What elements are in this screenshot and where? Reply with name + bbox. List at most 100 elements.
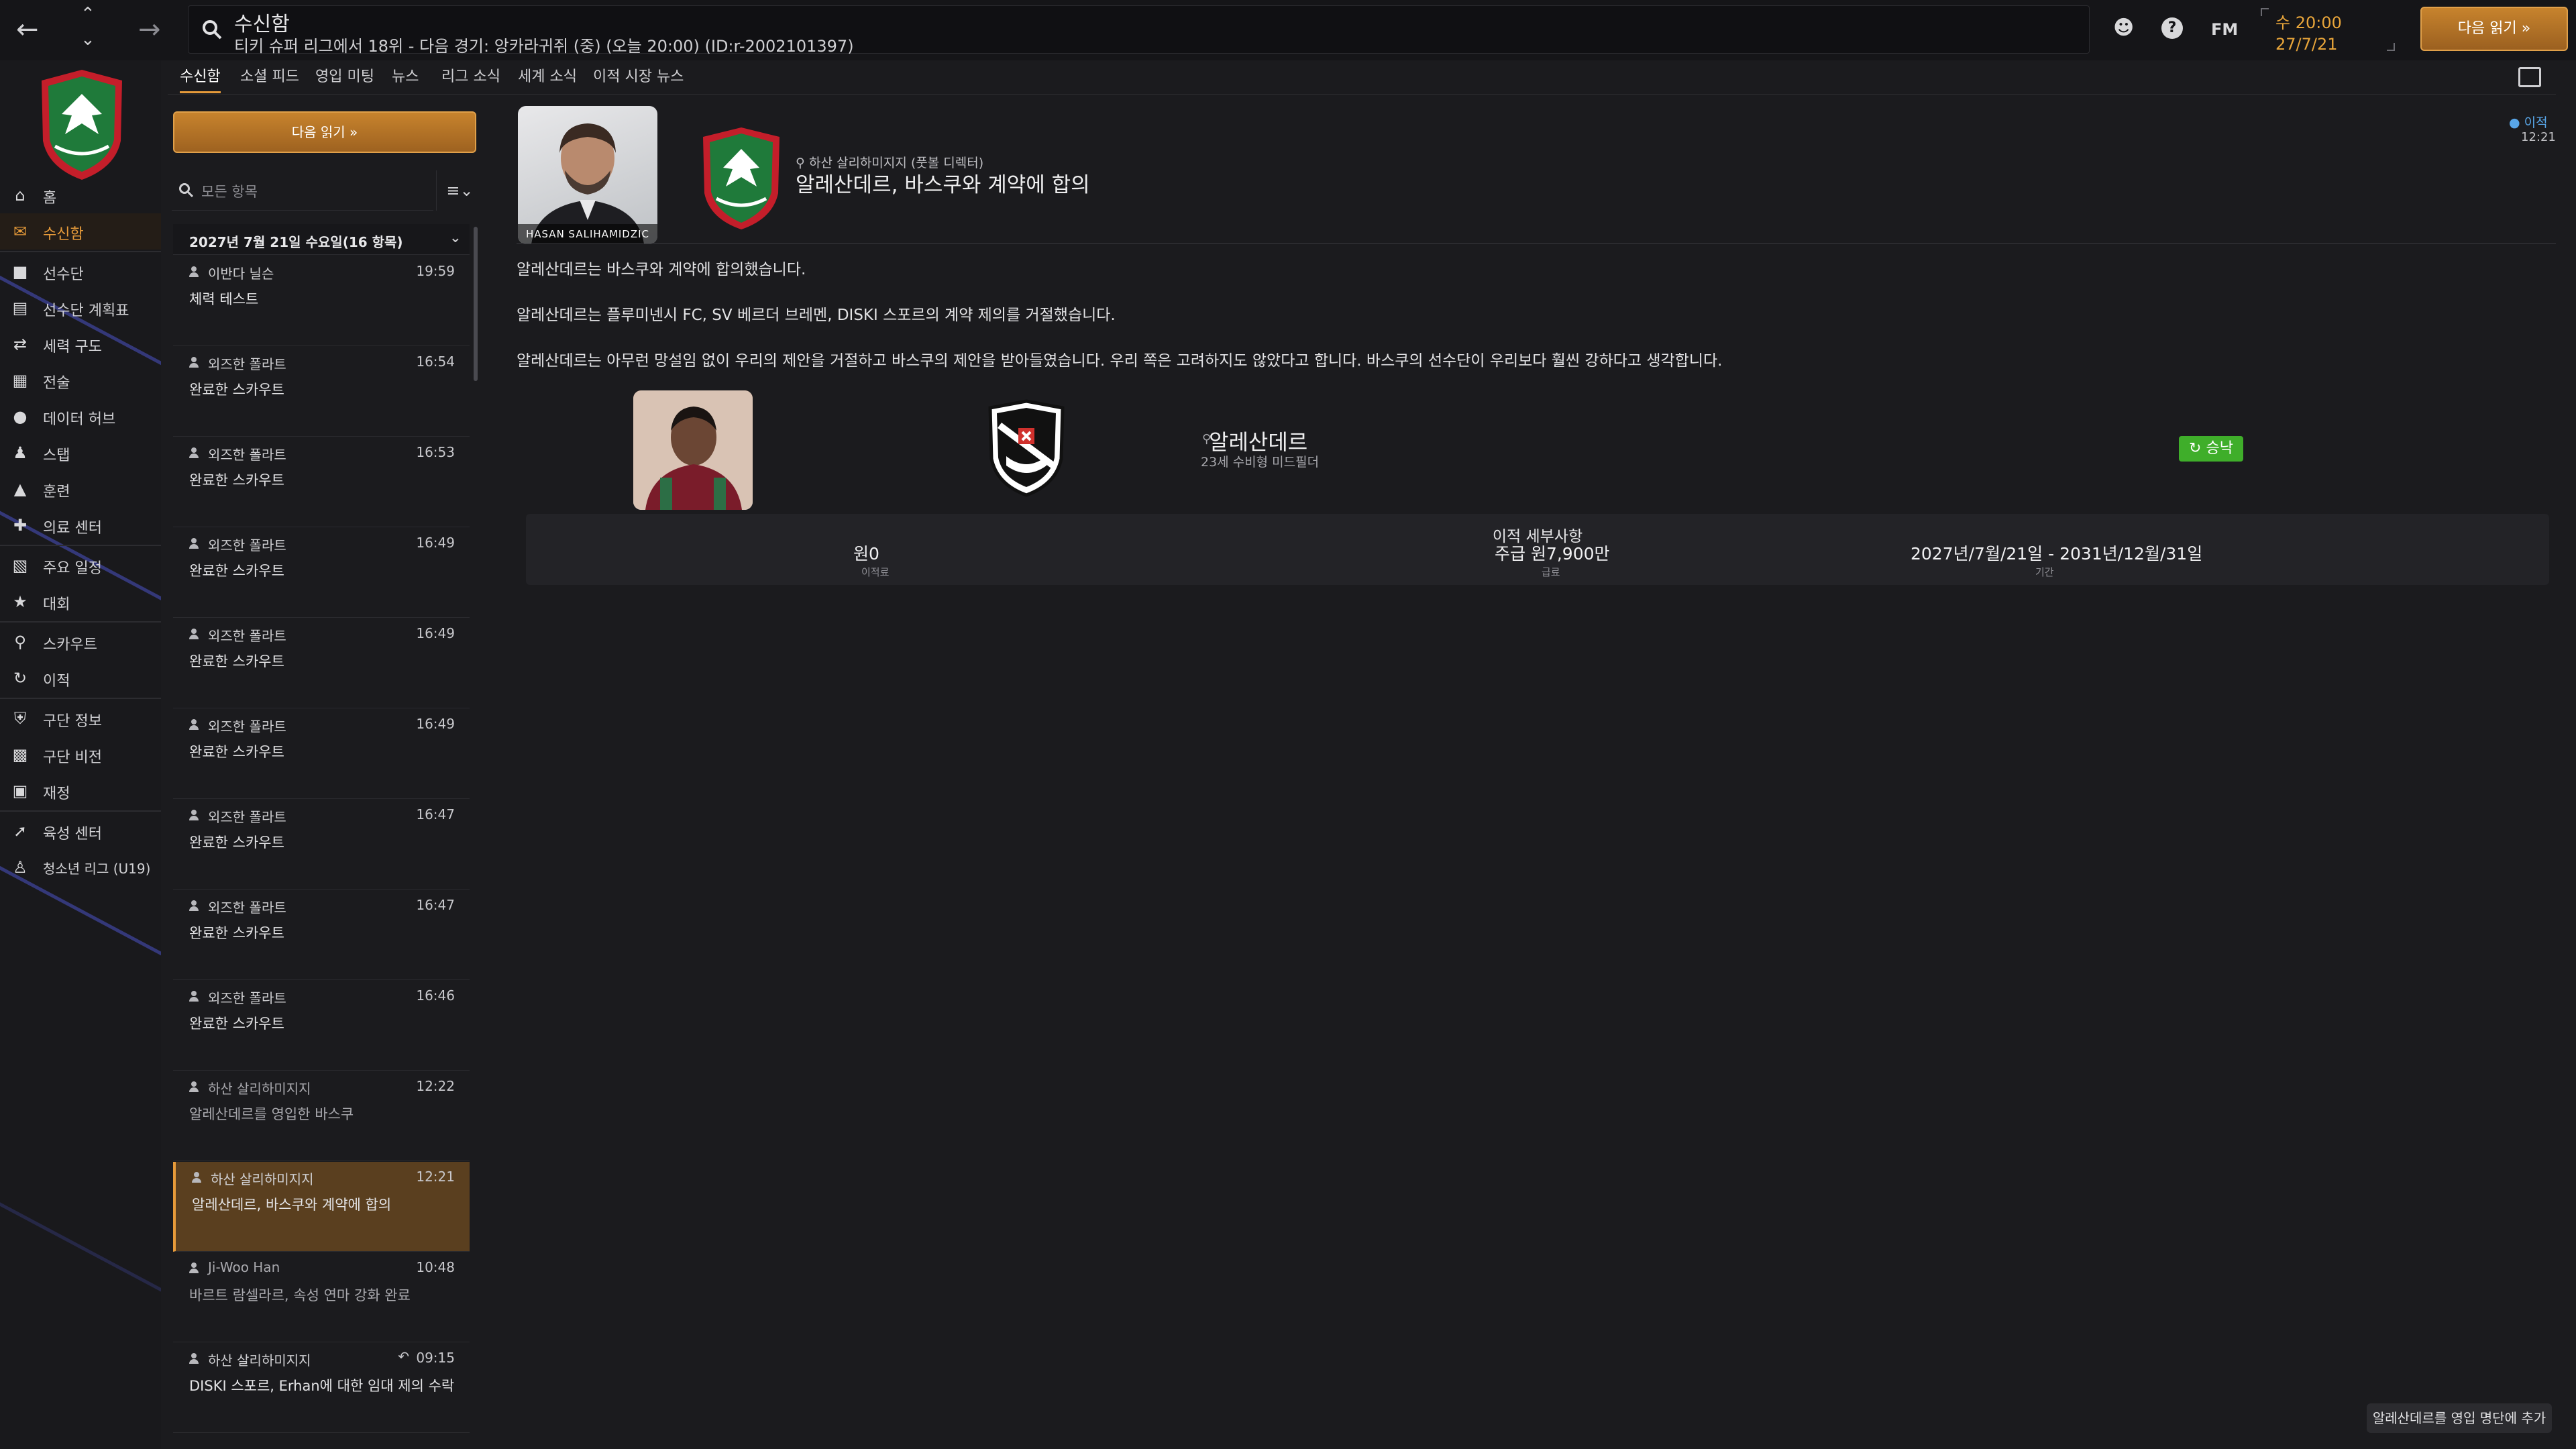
message-sender: 이반다 닐슨: [208, 266, 274, 282]
continue-button[interactable]: 다음 읽기 »: [2420, 7, 2568, 51]
back-arrow-icon[interactable]: ←: [16, 16, 39, 43]
sidebar-item-label: 대회: [43, 596, 70, 613]
message-subject: 완료한 스카우트: [189, 382, 284, 398]
sidebar-item-medical[interactable]: ✚ 의료 센터: [0, 507, 161, 543]
message-sender: 하산 살리하미지지: [208, 1352, 311, 1368]
chevron-down-icon: ⌄: [449, 229, 462, 246]
chevron-up-icon[interactable]: ⌃: [80, 5, 95, 23]
message-sender: 외즈한 폴라트: [208, 718, 286, 735]
director-photo[interactable]: HASAN SALIHAMIDZIC: [518, 106, 657, 244]
club-crest-icon[interactable]: [35, 67, 129, 182]
sidebar-item-youth-league[interactable]: ♙ 청소년 리그 (U19): [0, 849, 161, 885]
sidebar-item-inbox[interactable]: ✉ 수신함: [0, 213, 161, 250]
inbox-date-group[interactable]: 2027년 7월 21일 수요일(16 항목) ⌄: [173, 224, 470, 255]
sidebar-item-tactics[interactable]: ▦ 전술: [0, 362, 161, 398]
sidebar-item-competitions[interactable]: ★ 대회: [0, 584, 161, 620]
sidebar-item-label: 육성 센터: [43, 826, 102, 843]
sidebar-item-scouting[interactable]: ⚲ 스카우트: [0, 624, 161, 660]
status-label: 승낙: [2206, 440, 2233, 457]
fm-logo[interactable]: FM: [2211, 20, 2238, 39]
sidebar-item-label: 구단 비전: [43, 749, 102, 766]
tab-recruitment-meeting[interactable]: 영입 미팅: [315, 64, 374, 91]
inbox-message[interactable]: 이반다 닐슨 19:59 체력 테스트: [173, 256, 470, 346]
double-chevron-icon: »: [2521, 20, 2531, 37]
double-chevron-icon: »: [350, 124, 358, 140]
sidebar-item-staff[interactable]: ♟ 스탭: [0, 435, 161, 471]
category-tag[interactable]: ● 이적: [2509, 113, 2548, 131]
date-display[interactable]: 수 20:00 27/7/21: [2261, 5, 2395, 54]
inbox-message[interactable]: 외즈한 폴라트 16:49 완료한 스카우트: [173, 528, 470, 618]
inbox-message[interactable]: 외즈한 폴라트 16:49 완료한 스카우트: [173, 619, 470, 708]
add-to-shortlist-button[interactable]: 알레산데르를 영입 명단에 추가: [2367, 1403, 2552, 1433]
forward-arrow-icon[interactable]: →: [138, 16, 161, 43]
inbox-message[interactable]: 하산 살리하미지지 12:22 알레산데르를 영입한 바스쿠: [173, 1071, 470, 1161]
person-icon: [189, 810, 199, 820]
tab-league-news[interactable]: 리그 소식: [441, 64, 500, 91]
training-icon: ▲: [13, 480, 27, 498]
inbox-message[interactable]: 외즈한 폴라트 16:46 완료한 스카우트: [173, 981, 470, 1071]
inbox-message-selected[interactable]: 하산 살리하미지지 12:21 알레산데르, 바스쿠와 계약에 합의: [173, 1162, 470, 1252]
top-bar: ← ⌃ ⌄ → 수신함 티키 슈퍼 리그에서 18위 - 다음 경기: 앙카라귀…: [0, 0, 2576, 60]
sidebar-item-squad[interactable]: ■ 선수단: [0, 254, 161, 290]
message-paragraph: 알레산데르는 바스쿠와 계약에 합의했습니다.: [517, 261, 806, 278]
person-icon: [189, 266, 199, 277]
current-time: 수 20:00: [2275, 13, 2342, 32]
sidebar-item-training[interactable]: ▲ 훈련: [0, 471, 161, 507]
fee-value: 원0: [853, 544, 879, 564]
message-time: 16:54: [416, 354, 455, 370]
tab-social-feed[interactable]: 소셜 피드: [240, 64, 299, 91]
tab-transfer-news[interactable]: 이적 시장 뉴스: [593, 64, 684, 91]
chevron-down-icon[interactable]: ⌄: [80, 31, 95, 48]
sidebar-item-club-info[interactable]: ⛨ 구단 정보: [0, 700, 161, 737]
message-time: 16:46: [416, 987, 455, 1004]
message-time: 16:47: [416, 897, 455, 913]
continue-list-button[interactable]: 다음 읽기 »: [173, 111, 476, 153]
tab-news[interactable]: 뉴스: [392, 64, 419, 91]
search-icon: [203, 20, 222, 40]
sidebar-item-home[interactable]: ⌂ 홈: [0, 177, 161, 213]
tab-world-news[interactable]: 세계 소식: [518, 64, 577, 91]
current-date: 27/7/21: [2275, 35, 2338, 54]
vasco-crest-icon[interactable]: [986, 398, 1067, 498]
tab-inbox[interactable]: 수신함: [180, 64, 221, 93]
sort-menu-button[interactable]: ≡⌄: [436, 170, 483, 211]
message-time: 16:49: [416, 535, 455, 551]
player-photo[interactable]: [633, 390, 753, 510]
refresh-icon: ↻: [2189, 440, 2202, 457]
club-crest-icon[interactable]: [698, 125, 785, 232]
inbox-message[interactable]: 외즈한 폴라트 16:49 완료한 스카우트: [173, 709, 470, 799]
sidebar-item-development[interactable]: ➚ 육성 센터: [0, 813, 161, 849]
message-paragraph: 알레산데르는 플루미넨시 FC, SV 베르더 브레멘, DISKI 스포르의 …: [517, 307, 1116, 324]
inbox-message[interactable]: 외즈한 폴라트 16:47 완료한 스카우트: [173, 800, 470, 890]
message-sender: 하산 살리하미지지: [208, 1081, 311, 1097]
sidebar-item-label: 스탭: [43, 447, 70, 464]
message-detail: HASAN SALIHAMIDZIC ⚲ 하산 살리하미지지 (풋볼 디렉터) …: [510, 101, 2563, 1442]
inbox-message[interactable]: Ji-Woo Han 10:48 바르트 람셀라르, 속성 연마 강화 완료: [173, 1252, 470, 1342]
reply-icon: ↶: [398, 1348, 409, 1364]
sidebar-item-squad-planner[interactable]: ▤ 선수단 계획표: [0, 290, 161, 326]
inbox-message[interactable]: 하산 살리하미지지 ↶ 09:15 DISKI 스포르, Erhan에 대한 임…: [173, 1343, 470, 1433]
sidebar-item-dynamics[interactable]: ⇄ 세력 구도: [0, 326, 161, 362]
person-icon: [189, 629, 199, 639]
inbox-message[interactable]: 외즈한 폴라트 16:53 완료한 스카우트: [173, 437, 470, 527]
sidebar-item-club-vision[interactable]: ▩ 구단 비전: [0, 737, 161, 773]
inbox-message[interactable]: 외즈한 폴라트 16:54 완료한 스카우트: [173, 347, 470, 437]
date-group-label: 2027년 7월 21일 수요일(16 항목): [189, 234, 403, 250]
person-icon: [189, 447, 199, 458]
search-bar[interactable]: 수신함 티키 슈퍼 리그에서 18위 - 다음 경기: 앙카라귀쥐 (중) (오…: [188, 5, 2090, 56]
transfer-icon: ↻: [13, 669, 28, 688]
sidebar-item-finances[interactable]: ▣ 재정: [0, 773, 161, 809]
sidebar-item-data-hub[interactable]: ● 데이터 허브: [0, 398, 161, 435]
inbox-filter-input[interactable]: 모든 항목: [172, 170, 433, 211]
transfer-terms-panel: 이적 세부사항 원0 이적료 주급 원7,900만 급료 2027년/7월/21…: [526, 514, 2549, 585]
help-icon[interactable]: ?: [2161, 17, 2183, 39]
tag-icon: ●: [2509, 115, 2520, 130]
continue-label: 다음 읽기: [291, 124, 345, 140]
sidebar-item-transfers[interactable]: ↻ 이적: [0, 660, 161, 696]
inbox-scrollbar[interactable]: [474, 227, 478, 381]
sidebar-item-schedule[interactable]: ▧ 주요 일정: [0, 547, 161, 584]
inbox-message[interactable]: 외즈한 폴라트 16:47 완료한 스카우트: [173, 890, 470, 980]
layout-toggle-icon[interactable]: [2518, 67, 2541, 87]
skull-icon[interactable]: ☻: [2113, 16, 2134, 40]
sidebar: 9 ⌂ 홈 ✉ 수신함 ■ 선수단 ▤ 선수단 계획표 ⇄ 세력 구도 ▦ 전술…: [0, 60, 161, 1449]
